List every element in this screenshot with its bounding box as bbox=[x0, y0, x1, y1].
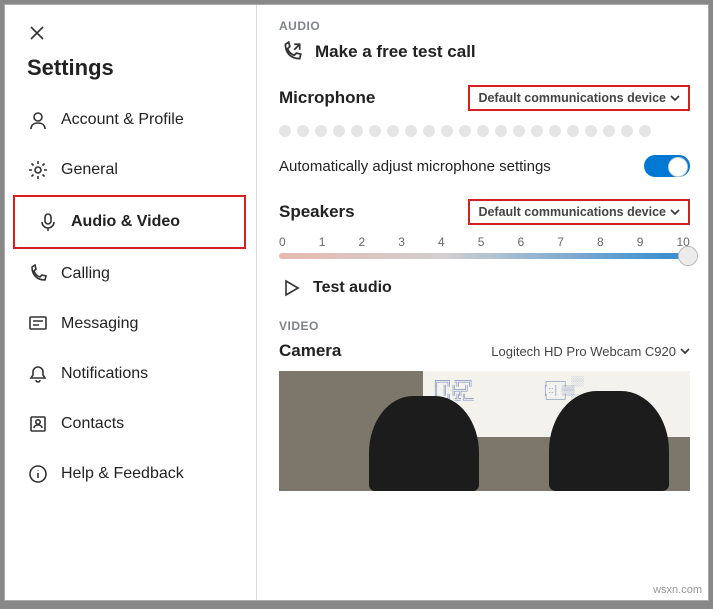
audio-section-label: AUDIO bbox=[279, 19, 690, 33]
bell-icon bbox=[25, 364, 51, 384]
sidebar: Settings Account & Profile General Audio… bbox=[5, 5, 257, 600]
sidebar-item-label: Messaging bbox=[61, 315, 138, 333]
slider-knob[interactable] bbox=[678, 246, 698, 266]
speaker-volume-slider[interactable] bbox=[279, 253, 690, 259]
sidebar-item-label: Audio & Video bbox=[71, 213, 180, 231]
video-section-label: VIDEO bbox=[279, 319, 690, 333]
sidebar-item-notifications[interactable]: Notifications bbox=[5, 349, 256, 399]
auto-adjust-toggle[interactable] bbox=[644, 155, 690, 177]
camera-preview: ╔═╗ ╦═╗║ ║ ╠╦╝╚═╝ ╩╚═ ┌──┐ ░░│::│ ▒▒└──┘… bbox=[279, 371, 690, 491]
sidebar-item-label: Account & Profile bbox=[61, 111, 184, 129]
chevron-down-icon bbox=[670, 93, 680, 103]
test-audio-button[interactable]: Test audio bbox=[279, 279, 690, 297]
phone-outgoing-icon bbox=[279, 41, 305, 63]
watermark: wsxn.com bbox=[653, 584, 702, 596]
sidebar-item-account-profile[interactable]: Account & Profile bbox=[5, 95, 256, 145]
make-free-test-call-button[interactable]: Make a free test call bbox=[279, 41, 690, 63]
close-button[interactable] bbox=[19, 15, 55, 51]
camera-device-select[interactable]: Logitech HD Pro Webcam C920 bbox=[491, 344, 690, 359]
camera-label: Camera bbox=[279, 341, 341, 361]
chevron-down-icon bbox=[670, 207, 680, 217]
sidebar-item-general[interactable]: General bbox=[5, 145, 256, 195]
speakers-device-value: Default communications device bbox=[478, 205, 666, 219]
sidebar-item-contacts[interactable]: Contacts bbox=[5, 399, 256, 449]
settings-title: Settings bbox=[27, 55, 256, 81]
sidebar-item-audio-video[interactable]: Audio & Video bbox=[15, 197, 244, 247]
auto-adjust-label: Automatically adjust microphone settings bbox=[279, 158, 551, 175]
sidebar-item-label: Notifications bbox=[61, 365, 148, 383]
sidebar-item-label: Calling bbox=[61, 265, 110, 283]
content-panel: AUDIO Make a free test call Microphone D… bbox=[257, 5, 708, 600]
message-icon bbox=[25, 314, 51, 334]
sidebar-item-label: Contacts bbox=[61, 415, 124, 433]
microphone-device-value: Default communications device bbox=[478, 91, 666, 105]
microphone-label: Microphone bbox=[279, 88, 375, 108]
sidebar-item-label: Help & Feedback bbox=[61, 465, 184, 483]
phone-icon bbox=[25, 264, 51, 284]
chevron-down-icon bbox=[680, 346, 690, 356]
sidebar-item-messaging[interactable]: Messaging bbox=[5, 299, 256, 349]
microphone-device-select[interactable]: Default communications device bbox=[468, 85, 690, 111]
sidebar-item-label: General bbox=[61, 161, 118, 179]
speaker-volume-scale: 012345678910 bbox=[279, 235, 690, 249]
speakers-device-select[interactable]: Default communications device bbox=[468, 199, 690, 225]
test-call-label: Make a free test call bbox=[315, 42, 476, 62]
gear-icon bbox=[25, 160, 51, 180]
camera-device-value: Logitech HD Pro Webcam C920 bbox=[491, 344, 676, 359]
close-icon bbox=[30, 26, 44, 40]
play-icon bbox=[279, 279, 303, 297]
microphone-icon bbox=[35, 212, 61, 232]
sidebar-item-calling[interactable]: Calling bbox=[5, 249, 256, 299]
microphone-level-meter bbox=[279, 125, 690, 137]
test-audio-label: Test audio bbox=[313, 279, 392, 297]
info-icon bbox=[25, 464, 51, 484]
contacts-icon bbox=[25, 414, 51, 434]
person-icon bbox=[25, 110, 51, 130]
sidebar-item-help-feedback[interactable]: Help & Feedback bbox=[5, 449, 256, 499]
speakers-label: Speakers bbox=[279, 202, 355, 222]
